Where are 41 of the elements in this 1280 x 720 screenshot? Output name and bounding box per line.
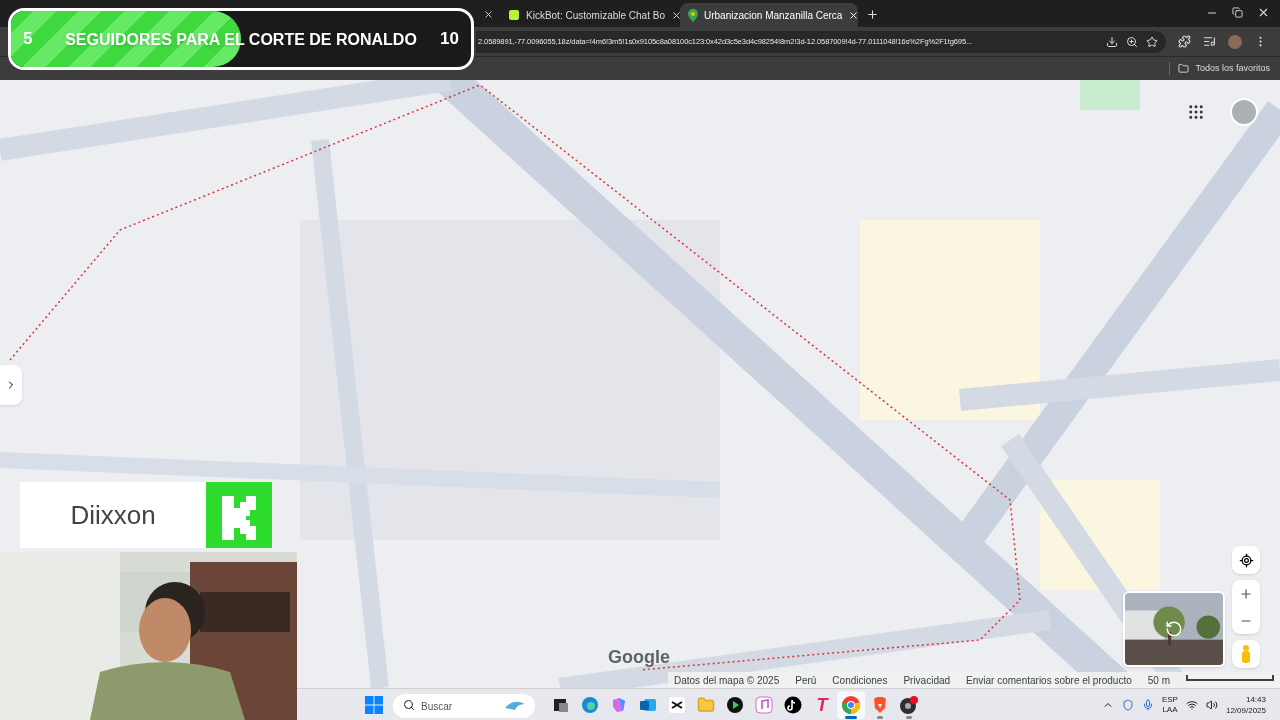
goal-target: 10 bbox=[439, 28, 459, 51]
volume-icon[interactable] bbox=[1205, 698, 1218, 711]
zoom-icon[interactable] bbox=[1126, 35, 1138, 48]
close-icon[interactable] bbox=[483, 9, 494, 20]
search-field[interactable]: Buscar bbox=[393, 694, 535, 718]
play-icon bbox=[726, 695, 744, 714]
media-icon[interactable] bbox=[1203, 35, 1216, 48]
extensions-icon[interactable] bbox=[1178, 35, 1191, 48]
record-icon bbox=[899, 694, 919, 715]
shield-icon[interactable] bbox=[1121, 698, 1134, 711]
star-icon[interactable] bbox=[1146, 35, 1158, 48]
bot-icon bbox=[508, 9, 520, 21]
assistant-icon bbox=[610, 695, 628, 714]
browser-tab[interactable]: Urbanizacion Manzanilla Cerca bbox=[680, 3, 858, 27]
clock[interactable]: 14:43 12/09/2025 bbox=[1225, 693, 1266, 716]
browser-tab[interactable]: KickBot: Customizable Chat Bo bbox=[500, 3, 680, 27]
search-icon bbox=[403, 698, 415, 711]
folder-icon bbox=[697, 695, 715, 714]
close-icon[interactable] bbox=[670, 9, 682, 21]
browser-icon bbox=[841, 694, 861, 715]
microphone-icon[interactable] bbox=[1141, 698, 1154, 711]
close-icon[interactable] bbox=[848, 9, 860, 21]
map-pin-icon bbox=[688, 8, 698, 22]
note-icon bbox=[784, 695, 802, 714]
bookmark-folder[interactable]: Todos los favoritos bbox=[1169, 61, 1270, 76]
restore-icon[interactable] bbox=[1232, 7, 1243, 18]
new-tab-icon[interactable] bbox=[866, 8, 879, 21]
close-icon[interactable] bbox=[1257, 6, 1270, 19]
folder-icon bbox=[1178, 63, 1190, 74]
install-icon[interactable] bbox=[1106, 35, 1118, 48]
language-indicator[interactable]: ESP LAA bbox=[1161, 694, 1178, 715]
editor-icon bbox=[668, 695, 686, 714]
app-letter: T bbox=[816, 695, 828, 714]
browser-icon bbox=[581, 695, 599, 714]
goal-current: 5 bbox=[23, 28, 34, 51]
task-view-icon bbox=[553, 696, 569, 713]
network-icon[interactable] bbox=[1185, 698, 1198, 711]
lion-shield-icon bbox=[871, 695, 889, 714]
music-icon bbox=[755, 695, 773, 714]
taskbar-app[interactable]: T bbox=[808, 690, 836, 719]
windows-logo-icon[interactable] bbox=[365, 695, 383, 714]
